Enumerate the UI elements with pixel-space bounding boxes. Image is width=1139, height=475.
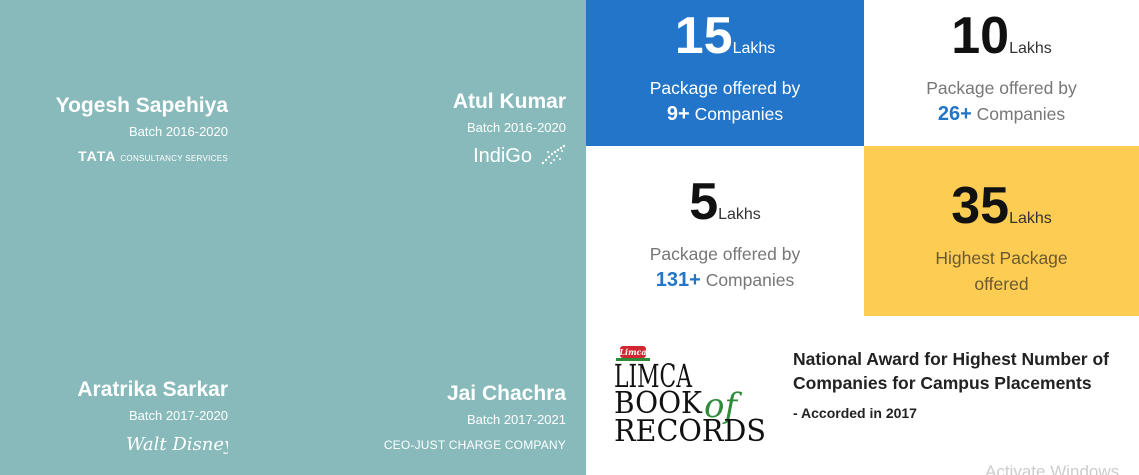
limca-badge-text: Limca	[618, 347, 646, 357]
stat-unit: Lakhs	[1009, 40, 1052, 57]
award-block: National Award for Highest Number of Com…	[793, 347, 1113, 421]
alumni-card-jai: Jai Chachra Batch 2017-2021 CEO-JUST CHA…	[384, 382, 566, 452]
stat-count: 9+	[666, 103, 690, 125]
alumni-name: Aratrika Sarkar	[77, 378, 228, 401]
award-accorded: - Accorded in 2017	[793, 405, 917, 421]
stat-5-lakhs: 5Lakhs Package offered by 131+ Companies	[586, 146, 864, 316]
alumni-card-yogesh: Yogesh Sapehiya Batch 2016-2020 TATA CON…	[56, 94, 228, 164]
stat-label-2: offered	[974, 274, 1029, 294]
disney-logo-text: Walt Disney	[126, 434, 228, 455]
alumni-role: CEO-JUST CHARGE COMPANY	[383, 438, 566, 452]
stat-unit: Lakhs	[1009, 210, 1052, 227]
indigo-logo: IndiGo	[453, 144, 566, 168]
tcs-logo-sub: CONSULTANCY SERVICES	[120, 154, 228, 163]
alumni-batch: Batch 2017-2020	[128, 408, 228, 423]
stat-count: 131+	[655, 269, 701, 291]
award-title: National Award for Highest Number of Com…	[793, 349, 1109, 393]
stat-unit: Lakhs	[718, 206, 761, 223]
stat-label: Highest Package	[935, 248, 1068, 268]
limca-book-of-records-logo: Limca LIMCA BOOK of RECORDS	[614, 346, 766, 448]
alumni-batch: Batch 2017-2021	[466, 412, 566, 427]
stat-label: Package offered by	[649, 244, 801, 264]
alumni-card-atul: Atul Kumar Batch 2016-2020 IndiGo	[453, 90, 566, 168]
alumni-name: Jai Chachra	[446, 382, 566, 405]
stat-label: Package offered by	[649, 78, 801, 98]
stat-15-lakhs: 15Lakhs Package offered by 9+ Companies	[586, 0, 864, 146]
stat-value: 5	[689, 173, 719, 231]
stat-value: 10	[951, 7, 1010, 65]
stat-count-suffix: Companies	[971, 104, 1066, 124]
stat-count-suffix: Companies	[700, 270, 795, 290]
alumni-panel: Yogesh Sapehiya Batch 2016-2020 TATA CON…	[0, 0, 586, 475]
tcs-logo: TATA CONSULTANCY SERVICES	[56, 148, 228, 164]
alumni-batch: Batch 2016-2020	[128, 124, 228, 139]
windows-activation-watermark: Activate Windows	[985, 462, 1120, 475]
stat-count: 26+	[937, 103, 972, 125]
alumni-name: Yogesh Sapehiya	[55, 94, 228, 117]
indigo-logo-text: IndiGo	[473, 145, 532, 167]
alumni-name: Atul Kumar	[452, 90, 566, 113]
alumni-batch: Batch 2016-2020	[466, 120, 566, 135]
tcs-logo-main: TATA	[78, 148, 117, 164]
stat-10-lakhs: 10Lakhs Package offered by 26+ Companies	[864, 0, 1139, 146]
disney-logo: Walt Disney	[77, 430, 228, 456]
alumni-card-aratrika: Aratrika Sarkar Batch 2017-2020 Walt Dis…	[77, 378, 228, 456]
stat-highest-package: 35Lakhs Highest Package offered	[864, 146, 1139, 316]
stat-count-suffix: Companies	[689, 104, 784, 124]
stat-value: 35	[951, 177, 1010, 235]
stat-label: Package offered by	[926, 78, 1077, 98]
stat-unit: Lakhs	[732, 40, 776, 57]
stat-value: 15	[674, 7, 733, 65]
plane-dots-icon	[541, 144, 566, 165]
records-word: RECORDS	[614, 414, 766, 448]
